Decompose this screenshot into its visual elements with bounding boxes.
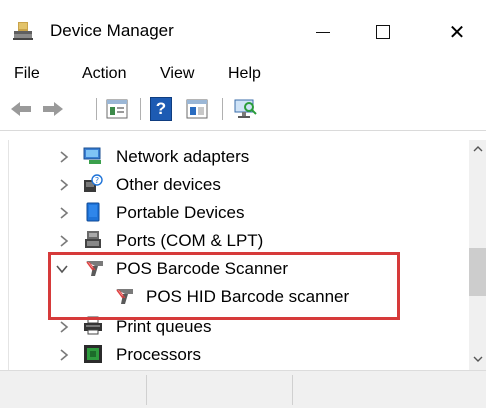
help-button[interactable]: ? — [148, 96, 174, 122]
tree-item-network-adapters[interactable]: Network adapters — [9, 143, 470, 171]
update-driver-button[interactable] — [184, 96, 210, 122]
port-icon — [85, 231, 101, 248]
properties-button[interactable] — [104, 96, 130, 122]
minimize-icon — [316, 31, 330, 33]
network-adapter-icon — [83, 147, 101, 164]
chevron-right-icon[interactable] — [57, 178, 71, 192]
tree-item-pos-hid-barcode-scanner[interactable]: POS HID Barcode scanner — [9, 283, 470, 311]
back-button[interactable] — [8, 96, 34, 122]
status-pane — [0, 375, 147, 405]
processor-icon — [84, 345, 102, 363]
scroll-up-button[interactable] — [469, 140, 486, 157]
help-glyph: ? — [155, 99, 167, 118]
forward-button[interactable] — [40, 96, 66, 122]
close-icon: ✕ — [448, 21, 466, 44]
status-bar — [0, 370, 486, 408]
toolbar-separator — [96, 98, 97, 120]
device-manager-icon — [11, 19, 35, 43]
vertical-scrollbar[interactable] — [469, 140, 486, 370]
menu-help[interactable]: Help — [226, 63, 263, 85]
tree-item-label: Network adapters — [116, 147, 250, 166]
printer-icon — [84, 316, 102, 335]
tree-item-other-devices[interactable]: ? Other devices — [9, 171, 470, 199]
svg-text:?: ? — [95, 176, 99, 185]
tree-item-ports[interactable]: Ports (COM & LPT) — [9, 227, 470, 255]
toolbar-separator — [222, 98, 223, 120]
tree-item-label: Portable Devices — [116, 203, 245, 222]
scan-hardware-icon — [234, 99, 257, 118]
maximize-icon — [376, 25, 390, 39]
menu-action[interactable]: Action — [80, 63, 128, 85]
title-bar: Device Manager ✕ — [0, 0, 486, 60]
chevron-right-icon[interactable] — [57, 348, 71, 362]
tree-item-pos-barcode-scanner[interactable]: POS Barcode Scanner — [9, 255, 470, 283]
barcode-scanner-icon — [86, 261, 103, 276]
toolbar-separator — [140, 98, 141, 120]
device-tree: Network adapters ? Other devices Portabl… — [8, 140, 470, 370]
update-driver-icon — [186, 99, 208, 119]
menu-bar: File Action View Help — [0, 60, 486, 88]
barcode-scanner-icon — [116, 289, 133, 304]
chevron-down-icon[interactable] — [55, 262, 69, 276]
tree-item-label: Processors — [116, 345, 202, 364]
tree-item-print-queues[interactable]: Print queues — [9, 313, 470, 341]
toolbar: ? — [0, 90, 486, 131]
scrollbar-thumb[interactable] — [469, 248, 486, 296]
maximize-button[interactable] — [356, 12, 410, 52]
properties-icon — [106, 99, 128, 119]
tree-item-label: POS HID Barcode scanner — [146, 287, 350, 306]
tree-item-label: Print queues — [116, 317, 212, 336]
scroll-down-button[interactable] — [469, 350, 486, 367]
chevron-right-icon[interactable] — [57, 150, 71, 164]
chevron-down-icon — [473, 356, 482, 362]
chevron-right-icon[interactable] — [57, 206, 71, 220]
chevron-up-icon — [473, 145, 482, 151]
tree-item-label: Ports (COM & LPT) — [116, 231, 264, 250]
forward-arrow-icon — [43, 102, 63, 116]
menu-file[interactable]: File — [12, 63, 42, 85]
chevron-right-icon[interactable] — [57, 234, 71, 248]
portable-device-icon — [86, 202, 100, 222]
status-pane — [147, 375, 293, 405]
back-arrow-icon — [11, 102, 31, 116]
chevron-right-icon[interactable] — [57, 320, 71, 334]
tree-item-label: Other devices — [116, 175, 221, 194]
help-icon: ? — [150, 97, 172, 121]
menu-view[interactable]: View — [158, 63, 196, 85]
scan-hardware-button[interactable] — [232, 96, 258, 122]
tree-item-label: POS Barcode Scanner — [116, 259, 288, 278]
close-button[interactable]: ✕ — [430, 12, 484, 52]
tree-item-portable-devices[interactable]: Portable Devices — [9, 199, 470, 227]
tree-item-processors[interactable]: Processors — [9, 341, 470, 369]
unknown-device-icon: ? — [84, 174, 103, 192]
window-title: Device Manager — [50, 21, 174, 40]
minimize-button[interactable] — [296, 12, 350, 52]
